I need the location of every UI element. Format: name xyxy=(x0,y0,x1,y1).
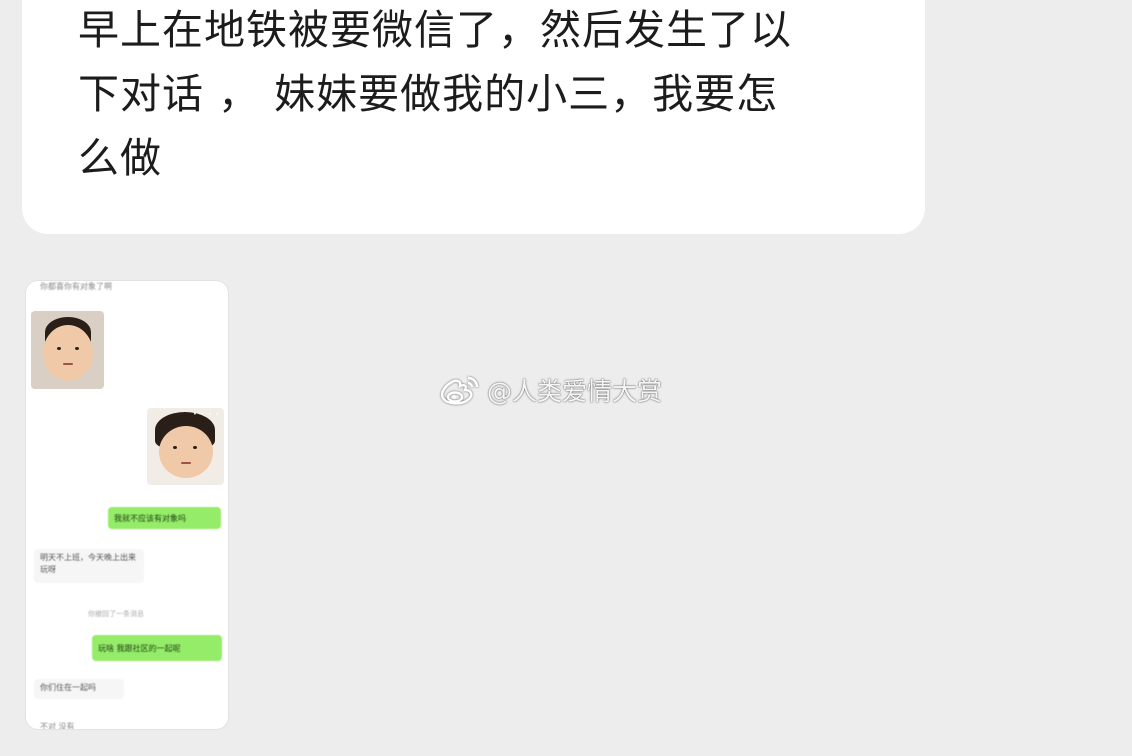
watermark: @人类爱情大赏 xyxy=(437,372,662,408)
message-line: 下对话 ， 妹妹要做我的小三，我要怎 xyxy=(78,70,779,118)
message-line: 么做 xyxy=(78,134,162,182)
weibo-icon xyxy=(440,376,479,405)
thumb-bottom-text: 不对 没有 xyxy=(40,722,75,729)
sticker-dots-icon: • • • • xyxy=(193,411,220,418)
watermark-text: @人类爱情大赏 xyxy=(487,377,663,406)
message-bubble[interactable]: 早上在地铁被要微信了，然后发生了以 下对话 ， 妹妹要做我的小三，我要怎 么做 xyxy=(22,0,925,234)
sent-bubble[interactable]: 我就不应该有对象吗 xyxy=(108,507,221,529)
message-line: 早上在地铁被要微信了，然后发生了以 xyxy=(78,6,792,54)
thumb-top-text: 你都喜你有对象了啊 xyxy=(40,282,112,291)
baby-sticker-received[interactable] xyxy=(31,311,104,389)
system-note: 你撤回了一条消息 xyxy=(88,610,144,618)
message-text: 早上在地铁被要微信了，然后发生了以 下对话 ， 妹妹要做我的小三，我要怎 么做 xyxy=(78,0,928,190)
received-bubble[interactable]: 你们住在一起吗 xyxy=(34,679,124,699)
received-bubble[interactable]: 明天不上班，今天晚上出来玩呀 xyxy=(34,549,144,583)
chat-screenshot-thumbnail[interactable]: 你都喜你有对象了啊 • • • • 我就不应该有对象吗 明天不上班，今天晚上出来… xyxy=(26,281,228,729)
sent-bubble[interactable]: 玩啥 我跟社区的一起呢 xyxy=(92,635,222,661)
baby-sticker-sent[interactable]: • • • • xyxy=(147,408,224,485)
